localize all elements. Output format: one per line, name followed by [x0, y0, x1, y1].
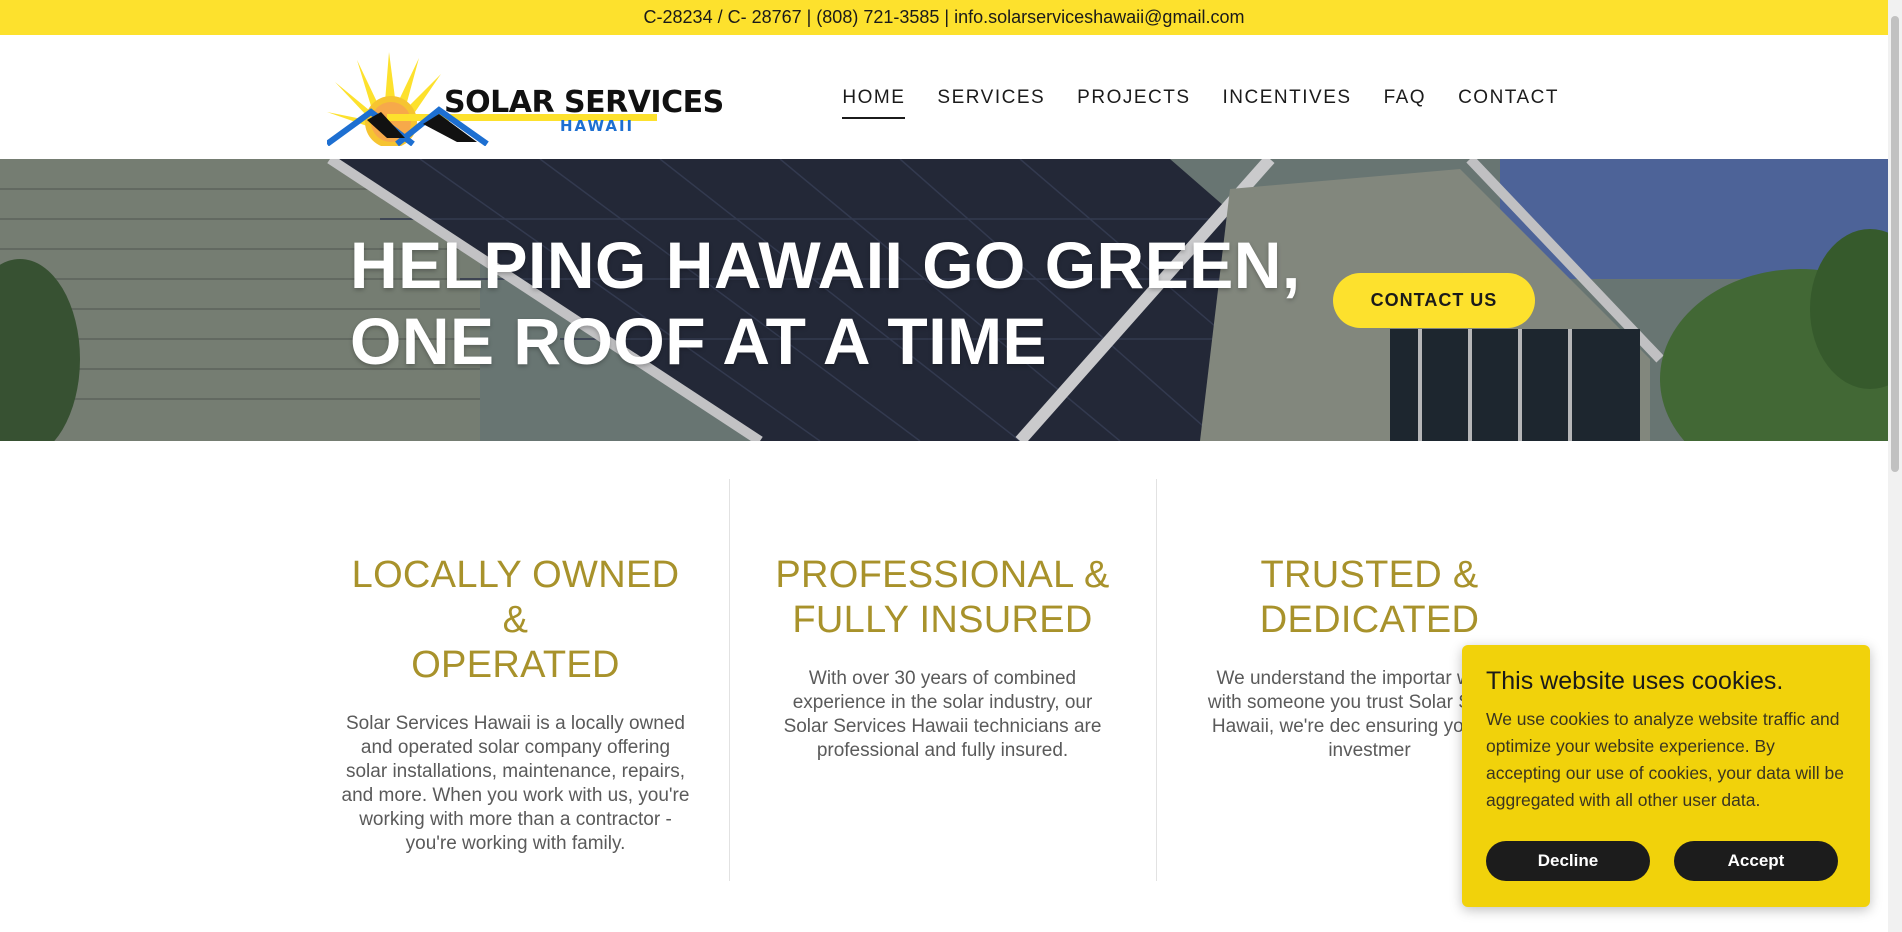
- nav-faq[interactable]: FAQ: [1384, 87, 1427, 119]
- decline-button[interactable]: Decline: [1486, 841, 1650, 881]
- feature-title-line2: FULLY INSURED: [792, 599, 1093, 641]
- hero-title-line1: HELPING HAWAII GO GREEN,: [350, 228, 1301, 302]
- accept-button[interactable]: Accept: [1674, 841, 1838, 881]
- cookie-buttons: Decline Accept: [1486, 841, 1838, 881]
- column-divider: [729, 479, 730, 881]
- hero-title-line2: ONE ROOF AT A TIME: [350, 304, 1048, 378]
- contact-info-text: C-28234 / C- 28767 | (808) 721-3585 | in…: [643, 7, 1245, 27]
- feature-body: With over 30 years of combined experienc…: [783, 668, 1102, 761]
- nav-incentives[interactable]: INCENTIVES: [1223, 87, 1352, 119]
- feature-title: PROFESSIONAL & FULLY INSURED: [765, 553, 1120, 643]
- feature-locally-owned: LOCALLY OWNED & OPERATED Solar Services …: [338, 553, 693, 856]
- feature-professional: PROFESSIONAL & FULLY INSURED With over 3…: [765, 553, 1120, 763]
- feature-body: Solar Services Hawaii is a locally owned…: [341, 713, 690, 854]
- logo-subtext: HAWAII: [560, 117, 635, 135]
- feature-title-line1: TRUSTED &: [1260, 554, 1479, 596]
- nav-contact[interactable]: CONTACT: [1458, 87, 1559, 119]
- nav-projects[interactable]: PROJECTS: [1077, 87, 1190, 119]
- main-nav: HOME SERVICES PROJECTS INCENTIVES FAQ CO…: [810, 87, 1559, 119]
- column-divider: [1156, 479, 1157, 881]
- nav-home[interactable]: HOME: [842, 87, 906, 119]
- cookie-text: We use cookies to analyze website traffi…: [1486, 709, 1844, 810]
- scrollbar-thumb[interactable]: [1891, 16, 1899, 472]
- nav-services[interactable]: SERVICES: [937, 87, 1045, 119]
- cookie-title: This website uses cookies.: [1486, 667, 1784, 695]
- contact-us-button[interactable]: CONTACT US: [1333, 273, 1535, 328]
- feature-title-line1: PROFESSIONAL &: [775, 554, 1110, 596]
- feature-title-line1: LOCALLY OWNED &: [351, 554, 680, 641]
- site-header: SOLAR SERVICES HAWAII HOME SERVICES PROJ…: [0, 35, 1888, 159]
- logo-wordmark: SOLAR SERVICES: [444, 85, 724, 120]
- page-scrollbar[interactable]: [1888, 0, 1902, 932]
- feature-title-line2: OPERATED: [411, 644, 620, 686]
- hero-banner: HELPING HAWAII GO GREEN, ONE ROOF AT A T…: [0, 159, 1888, 441]
- feature-title: LOCALLY OWNED & OPERATED: [338, 553, 693, 688]
- top-info-bar: C-28234 / C- 28767 | (808) 721-3585 | in…: [0, 0, 1888, 35]
- feature-title: TRUSTED & DEDICATED: [1192, 553, 1547, 643]
- hero-title: HELPING HAWAII GO GREEN, ONE ROOF AT A T…: [350, 227, 1301, 379]
- feature-title-line2: DEDICATED: [1259, 599, 1480, 641]
- cookie-consent-banner: This website uses cookies. We use cookie…: [1462, 645, 1870, 907]
